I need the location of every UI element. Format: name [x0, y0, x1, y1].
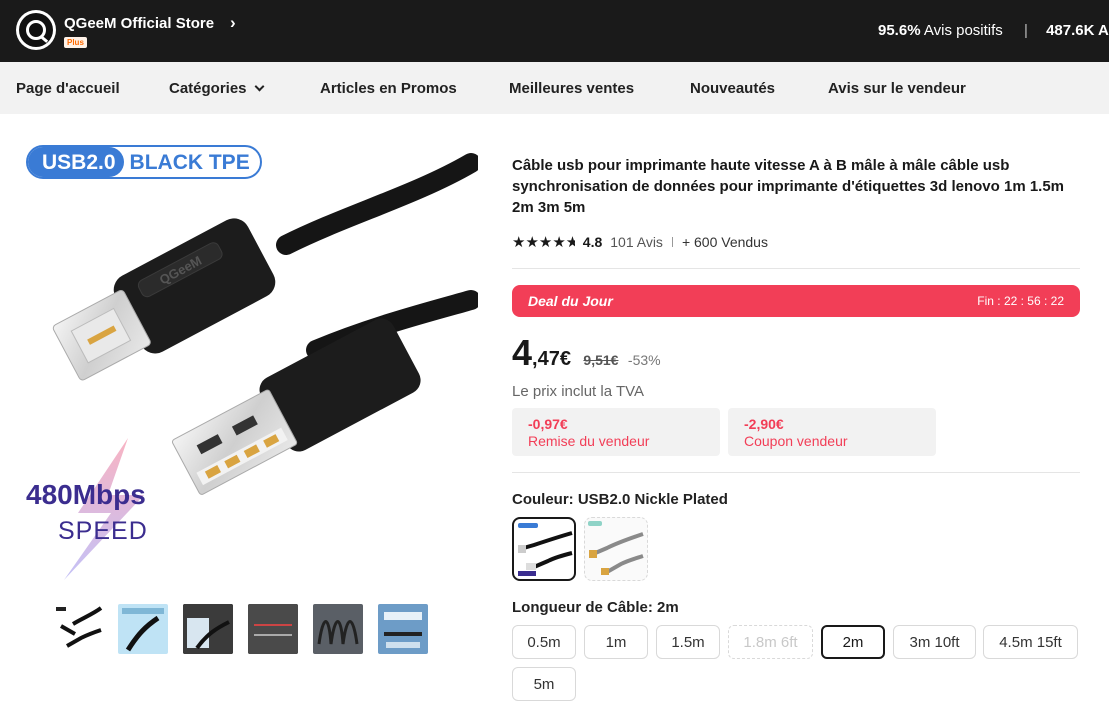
- store-logo[interactable]: [16, 10, 56, 50]
- length-option-1m[interactable]: 1m: [584, 625, 648, 659]
- chevron-right-icon[interactable]: ›: [230, 13, 236, 33]
- length-option-3m-10ft[interactable]: 3m 10ft: [893, 625, 976, 659]
- positive-feedback-percent: 95.6%: [878, 22, 921, 39]
- thumbnail-4[interactable]: [248, 604, 298, 654]
- cable-thumbnail-icon: [384, 612, 422, 648]
- divider: [512, 268, 1080, 269]
- color-swatch-gold-plated[interactable]: [584, 517, 648, 581]
- rating-value: 4.8: [582, 234, 603, 250]
- length-option-4-5m-15ft[interactable]: 4.5m 15ft: [983, 625, 1078, 659]
- deal-of-the-day-banner: Deal du Jour Fin : 22 : 56 : 22: [512, 285, 1080, 317]
- cable-thumbnail-icon: [183, 604, 233, 654]
- color-swatch-nickle-plated[interactable]: [512, 517, 576, 581]
- speed-label: SPEED: [58, 517, 148, 545]
- thumbnail-6[interactable]: [378, 604, 428, 654]
- thumbnail-2[interactable]: [118, 604, 168, 654]
- cable-thumbnail-icon: [56, 606, 103, 648]
- store-nav: Page d'accueil Catégories Articles en Pr…: [0, 62, 1109, 114]
- length-selected-value: 2m: [657, 599, 679, 616]
- thumbnail-5[interactable]: [313, 604, 363, 654]
- rating-row[interactable]: ★★★★★ 4.8 101 Avis + 600 Vendus: [512, 232, 768, 252]
- nav-seller-reviews[interactable]: Avis sur le vendeur: [828, 80, 966, 97]
- qgeem-logo-icon: [19, 13, 53, 47]
- main-product-image[interactable]: QGeeM USB2.0 BLACK TPE 480Mbps SPEED: [16, 135, 478, 590]
- cable-swatch-image: [588, 521, 644, 575]
- color-selected-value: USB2.0 Nickle Plated: [577, 491, 728, 508]
- chevron-down-icon: [254, 81, 264, 92]
- cable-swatch-image: [518, 523, 573, 576]
- product-title: Câble usb pour imprimante haute vitesse …: [512, 157, 1065, 216]
- length-option-1-8m-6ft[interactable]: 1.8m 6ft: [728, 625, 813, 659]
- length-label: Longueur de Câble:: [512, 599, 653, 616]
- stats-separator: |: [1023, 22, 1028, 39]
- original-price: 9,51€: [583, 352, 619, 368]
- seller-discount-card[interactable]: -0,97€ Remise du vendeur: [512, 408, 720, 456]
- nav-categories-label: Catégories: [169, 80, 247, 97]
- color-label: Couleur:: [512, 491, 574, 508]
- deal-countdown: Fin : 22 : 56 : 22: [977, 294, 1064, 308]
- nav-home[interactable]: Page d'accueil: [16, 80, 120, 97]
- nav-promos[interactable]: Articles en Promos: [320, 80, 457, 97]
- seller-coupon-label: Coupon vendeur: [744, 433, 848, 449]
- cable-thumbnail-icon: [317, 620, 359, 645]
- positive-feedback-label: Avis positifs: [923, 22, 1003, 39]
- plus-badge: Plus: [64, 37, 87, 48]
- store-header: QGeeM Official Store › Plus 95.6% Avis p…: [0, 0, 1109, 62]
- seller-coupon-card[interactable]: -2,90€ Coupon vendeur: [728, 408, 936, 456]
- length-section-label: Longueur de Câble: 2m: [512, 599, 679, 616]
- store-name-link[interactable]: QGeeM Official Store: [64, 15, 214, 32]
- thumbnail-3[interactable]: [183, 604, 233, 654]
- color-section-label: Couleur: USB2.0 Nickle Plated: [512, 491, 728, 508]
- seller-coupon-amount: -2,90€: [744, 416, 784, 432]
- followers-count: 487.6K A: [1046, 22, 1109, 39]
- price-decimal: ,47€: [532, 348, 571, 370]
- nav-best-sellers[interactable]: Meilleures ventes: [509, 80, 634, 97]
- usb-type-badge: USB2.0 BLACK TPE: [26, 145, 262, 179]
- seller-discount-amount: -0,97€: [528, 416, 568, 432]
- usb-badge-left: USB2.0: [28, 147, 124, 177]
- speed-value: 480Mbps: [26, 479, 146, 510]
- price-row: 4,47€ 9,51€ -53%: [512, 332, 661, 376]
- length-option-2m[interactable]: 2m: [821, 625, 885, 659]
- cable-thumbnail-icon: [122, 608, 164, 652]
- review-count-link[interactable]: 101 Avis: [610, 234, 663, 250]
- nav-categories[interactable]: Catégories: [169, 80, 264, 97]
- length-option-5m[interactable]: 5m: [512, 667, 576, 701]
- usb-badge-right: BLACK TPE: [129, 151, 250, 174]
- thumbnail-1[interactable]: [53, 604, 103, 654]
- store-stats: 95.6% Avis positifs | 487.6K A: [878, 22, 1109, 39]
- sold-count: + 600 Vendus: [681, 234, 768, 250]
- rating-separator: [671, 237, 673, 247]
- discount-percent: -53%: [627, 352, 661, 368]
- nav-new-arrivals[interactable]: Nouveautés: [690, 80, 775, 97]
- seller-discount-label: Remise du vendeur: [528, 433, 650, 449]
- star-rating-icon: ★★★★★: [512, 234, 575, 251]
- length-option-1-5m[interactable]: 1.5m: [656, 625, 720, 659]
- divider: [512, 472, 1080, 473]
- deal-title: Deal du Jour: [528, 293, 613, 309]
- price-integer: 4: [512, 332, 533, 373]
- cable-thumbnail-icon: [248, 604, 298, 654]
- length-option-0-5m[interactable]: 0.5m: [512, 625, 576, 659]
- vat-note: Le prix inclut la TVA: [512, 383, 645, 400]
